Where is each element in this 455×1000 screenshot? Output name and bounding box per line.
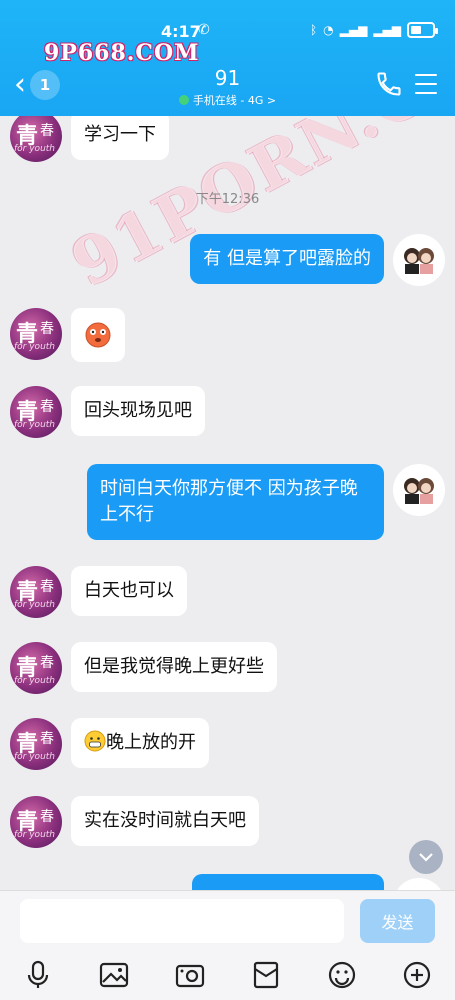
message-bubble[interactable] [192,874,384,890]
bluetooth-icon: ᛒ [309,23,318,37]
message-bubble[interactable]: 实在没时间就白天吧 [71,796,259,846]
message-bubble[interactable]: 时间白天你那方便不 因为孩子晚上不行 [87,464,384,540]
message-bubble[interactable]: 回头现场见吧 [71,386,205,436]
battery-icon [407,22,438,38]
phone-call-button[interactable] [375,70,403,98]
flushed-face-icon [85,322,111,348]
message-bubble[interactable]: 白天也可以 [71,566,187,616]
online-dot-icon [178,95,189,105]
contact-avatar[interactable]: 青春 for youth [10,116,62,162]
contact-avatar[interactable]: 青春 for youth [10,796,62,848]
input-toolbar [0,955,455,995]
time-divider: 下午12:36 [195,192,260,207]
watermark-logo: 9P668.COM [44,40,200,66]
signal-icon: ▂▄▆ [373,23,401,37]
status-icons: ᛒ ◔ ▂▄▆ ▂▄▆ [309,22,438,38]
contact-avatar[interactable]: 青春 for youth [10,718,62,770]
microphone-icon[interactable] [18,955,58,995]
menu-button[interactable] [415,74,437,94]
contact-avatar[interactable]: 青春 for youth [10,642,62,694]
scroll-to-bottom-button[interactable] [409,840,443,874]
message-bubble[interactable] [71,308,125,362]
wifi-icon: ◔ [323,23,334,37]
signal-icon: ▂▄▆ [339,23,368,37]
my-avatar[interactable] [393,878,445,890]
plus-icon[interactable] [397,955,437,995]
online-status-text: 手机在线 - 4G > [192,94,277,107]
status-time: 4:17 [161,22,201,41]
contact-avatar[interactable]: 青春 for youth [10,566,62,618]
image-icon[interactable] [94,955,134,995]
chat-header: 4:17 ✆ ᛒ ◔ ▂▄▆ ▂▄▆ 9P668.COM ‹ 1 91 手机在线… [0,0,455,116]
message-bubble[interactable]: 有 但是算了吧露脸的 [190,234,384,284]
grin-face-icon [84,730,106,752]
call-status-icon: ✆ [198,22,210,38]
send-button[interactable]: 发送 [360,899,435,943]
my-avatar[interactable] [393,234,445,286]
emoji-icon[interactable] [322,955,362,995]
chevron-down-icon [419,853,433,862]
message-bubble[interactable]: 但是我觉得晚上更好些 [71,642,277,692]
message-text: 晚上放的开 [106,732,196,753]
contact-avatar[interactable]: 青春 for youth [10,308,62,360]
my-avatar[interactable] [393,464,445,516]
camera-icon[interactable] [170,955,210,995]
contact-avatar[interactable]: 青春 for youth [10,386,62,438]
input-bar: 发送 [0,890,455,1000]
message-bubble[interactable]: 学习一下 [71,116,169,160]
message-input[interactable] [20,899,344,943]
red-packet-icon[interactable] [246,955,286,995]
message-bubble[interactable]: 晚上放的开 [71,718,209,768]
message-list[interactable]: 91PORN.COM 青春 for youth 学习一下 下午12:36 有 但是… [0,116,455,890]
